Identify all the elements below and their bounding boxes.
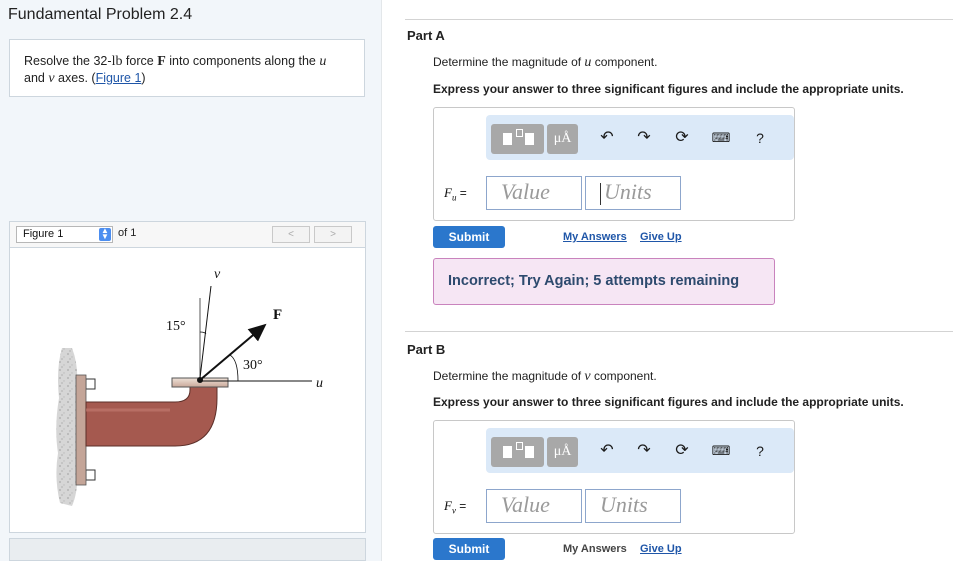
question-text: component. bbox=[591, 55, 658, 69]
figure-navigation: Figure 1 ▲ ▼ of 1 < > bbox=[9, 221, 366, 248]
figure-canvas: v u F 15° 30° bbox=[9, 248, 366, 533]
variable-name: F bbox=[444, 498, 452, 513]
equals-sign: = bbox=[459, 186, 467, 200]
templates-button[interactable] bbox=[491, 124, 544, 154]
next-figure-button[interactable]: > bbox=[314, 226, 352, 243]
u-axis-symbol: u bbox=[319, 54, 327, 69]
figure-select-value: Figure 1 bbox=[23, 228, 64, 240]
bolt bbox=[85, 469, 96, 481]
figure-footer bbox=[9, 538, 366, 561]
wall-shape bbox=[56, 348, 79, 506]
part-b-submit-button[interactable]: Submit bbox=[433, 538, 505, 560]
problem-text: axes. ( bbox=[54, 71, 96, 85]
divider bbox=[405, 331, 953, 332]
part-a-label: Part A bbox=[407, 28, 445, 43]
part-a-instruction: Express your answer to three significant… bbox=[433, 82, 904, 96]
angle-arc-30 bbox=[229, 354, 239, 382]
divider bbox=[405, 19, 953, 20]
keyboard-icon[interactable]: ⌨ bbox=[711, 128, 731, 148]
variable-name: F bbox=[444, 185, 452, 200]
problem-panel: Fundamental Problem 2.4 Resolve the 32-l… bbox=[0, 0, 382, 561]
part-a-feedback: Incorrect; Try Again; 5 attempts remaini… bbox=[433, 258, 775, 305]
part-a-give-up-link[interactable]: Give Up bbox=[640, 231, 682, 243]
units-button[interactable]: μÅ bbox=[547, 124, 578, 154]
question-panel: Part A Determine the magnitude of u comp… bbox=[381, 0, 953, 561]
part-b-value-input[interactable]: Value bbox=[486, 489, 582, 523]
undo-icon[interactable]: ↶ bbox=[597, 441, 617, 461]
problem-text: into components along the bbox=[165, 54, 320, 68]
figure-select[interactable]: Figure 1 ▲ ▼ bbox=[16, 226, 113, 243]
help-button[interactable]: ? bbox=[750, 128, 770, 148]
part-a-question: Determine the magnitude of u component. bbox=[433, 55, 657, 71]
problem-text: ) bbox=[141, 71, 146, 85]
reset-icon[interactable]: ⟳ bbox=[672, 441, 692, 461]
problem-title: Fundamental Problem 2.4 bbox=[8, 6, 193, 23]
templates-button[interactable] bbox=[491, 437, 544, 467]
undo-icon[interactable]: ↶ bbox=[597, 128, 617, 148]
fraction-template-icon bbox=[501, 442, 535, 462]
fraction-template-icon bbox=[501, 129, 535, 149]
angle-15-label: 15° bbox=[166, 319, 186, 334]
u-label: u bbox=[316, 376, 323, 391]
prev-figure-button[interactable]: < bbox=[272, 226, 310, 243]
part-b-variable: Fv = bbox=[444, 498, 466, 516]
force-diagram: v u F 15° 30° bbox=[56, 267, 323, 506]
v-label: v bbox=[214, 267, 221, 282]
angle-30-label: 30° bbox=[243, 358, 263, 373]
problem-statement: Resolve the 32-lb force F into component… bbox=[9, 39, 365, 97]
part-a-value-input[interactable]: Value bbox=[486, 176, 582, 210]
part-b-give-up-link[interactable]: Give Up bbox=[640, 543, 682, 555]
select-arrows-icon: ▲ ▼ bbox=[99, 227, 111, 241]
problem-text: Resolve the 32- bbox=[24, 54, 112, 68]
part-a-my-answers-link[interactable]: My Answers bbox=[563, 231, 627, 243]
bolt bbox=[85, 378, 96, 390]
wall-plate bbox=[75, 374, 87, 486]
redo-icon[interactable]: ↷ bbox=[634, 441, 654, 461]
units-placeholder: Units bbox=[604, 179, 652, 204]
text-cursor bbox=[600, 182, 601, 205]
keyboard-icon[interactable]: ⌨ bbox=[711, 441, 731, 461]
figure-link[interactable]: Figure 1 bbox=[96, 71, 142, 85]
question-text: Determine the magnitude of bbox=[433, 55, 585, 69]
problem-text: force bbox=[122, 54, 158, 68]
units-button[interactable]: μÅ bbox=[547, 437, 578, 467]
reset-icon[interactable]: ⟳ bbox=[672, 128, 692, 148]
force-unit: lb bbox=[111, 54, 123, 69]
force-symbol: F bbox=[157, 54, 166, 69]
redo-icon[interactable]: ↷ bbox=[634, 128, 654, 148]
part-a-submit-button[interactable]: Submit bbox=[433, 226, 505, 248]
part-a-answer-box: μÅ ↶ ↷ ⟳ ⌨ ? Fu = Value Units bbox=[433, 107, 795, 221]
part-b-units-input[interactable]: Units bbox=[585, 489, 681, 523]
variable-subscript: u bbox=[451, 192, 457, 203]
pipe bbox=[85, 385, 218, 447]
part-b-toolbar: μÅ ↶ ↷ ⟳ ⌨ ? bbox=[486, 428, 794, 473]
help-button[interactable]: ? bbox=[750, 441, 770, 461]
part-b-question: Determine the magnitude of v component. bbox=[433, 369, 657, 385]
part-b-instruction: Express your answer to three significant… bbox=[433, 395, 904, 409]
figure-count: of 1 bbox=[118, 227, 137, 239]
question-text: component. bbox=[590, 369, 657, 383]
part-b-my-answers-link[interactable]: My Answers bbox=[563, 543, 627, 555]
question-text: Determine the magnitude of bbox=[433, 369, 585, 383]
variable-subscript: v bbox=[451, 505, 456, 516]
part-b-label: Part B bbox=[407, 342, 446, 357]
part-b-answer-box: μÅ ↶ ↷ ⟳ ⌨ ? Fv = Value Units bbox=[433, 420, 795, 534]
origin-point bbox=[197, 377, 203, 383]
part-a-variable: Fu = bbox=[444, 185, 467, 203]
f-label: F bbox=[273, 307, 282, 323]
problem-text: and bbox=[24, 71, 49, 85]
part-a-units-input[interactable]: Units bbox=[585, 176, 681, 210]
equals-sign: = bbox=[459, 499, 467, 513]
part-a-toolbar: μÅ ↶ ↷ ⟳ ⌨ ? bbox=[486, 115, 794, 160]
